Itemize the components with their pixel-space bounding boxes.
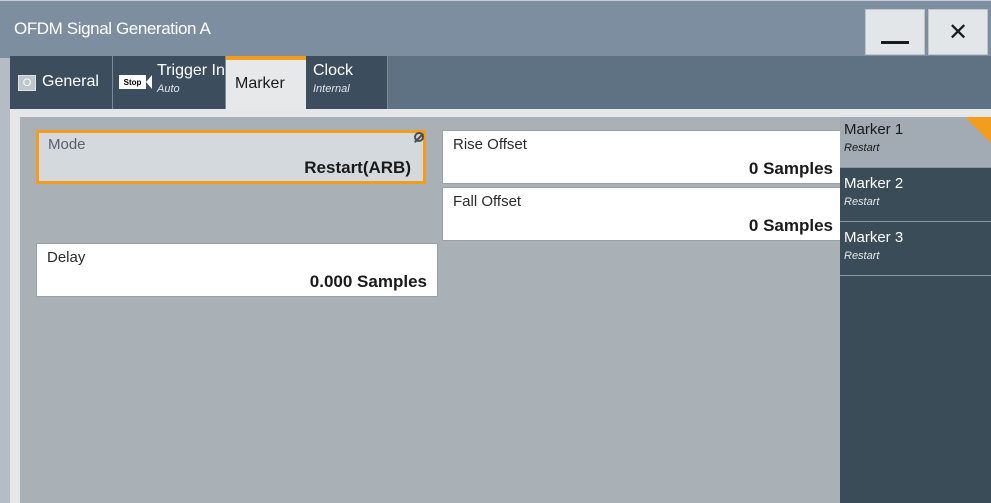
close-button[interactable]: ✕ — [928, 9, 988, 55]
mode-label: Mode — [48, 136, 86, 153]
content-area: Mode Restart(ARB) Rise Offset 0 Samples … — [10, 109, 991, 503]
marker-list: Marker 1 Restart Marker 2 Restart Marker… — [840, 117, 991, 503]
tab-general-label: General — [42, 73, 99, 90]
rise-offset-field[interactable]: Rise Offset 0 Samples — [442, 130, 844, 184]
tab-general[interactable]: O General — [10, 56, 113, 109]
rise-offset-value: 0 Samples — [748, 159, 833, 178]
ofdm-signal-generation-dialog: OFDM Signal Generation A ✕ O General Sto… — [0, 0, 991, 503]
stop-badge: Stop — [119, 75, 146, 89]
minimize-button[interactable] — [865, 9, 925, 55]
tab-clock-label: Clock — [313, 62, 354, 79]
delay-value: 0.000 Samples — [309, 272, 427, 291]
marker-3-item[interactable]: Marker 3 Restart — [840, 225, 991, 276]
on-off-checkbox[interactable]: O — [18, 75, 36, 91]
window-title: OFDM Signal Generation A — [14, 19, 211, 38]
delay-field[interactable]: Delay 0.000 Samples — [36, 243, 438, 297]
tab-bar: O General Stop Trigger In Auto Marker Cl… — [10, 56, 991, 109]
marker-3-mode: Restart — [844, 250, 880, 262]
tab-marker-label: Marker — [235, 75, 285, 92]
marker-2-mode: Restart — [844, 196, 880, 208]
marker-1-mode: Restart — [844, 142, 880, 154]
mode-value: Restart(ARB) — [304, 158, 411, 177]
tab-clock[interactable]: Clock Internal — [306, 56, 388, 109]
marker-1-item[interactable]: Marker 1 Restart — [840, 117, 991, 168]
delay-label: Delay — [47, 249, 86, 266]
rise-offset-label: Rise Offset — [453, 136, 527, 153]
marker-3-label: Marker 3 — [844, 229, 904, 246]
tab-clock-status: Internal — [313, 83, 350, 95]
marker-2-item[interactable]: Marker 2 Restart — [840, 171, 991, 222]
fall-offset-value: 0 Samples — [748, 216, 833, 235]
marker-2-label: Marker 2 — [844, 175, 904, 192]
title-bar[interactable]: OFDM Signal Generation A ✕ — [0, 0, 991, 58]
mode-field[interactable]: Mode Restart(ARB) — [36, 130, 426, 184]
selected-corner-icon — [965, 117, 991, 143]
close-icon: ✕ — [947, 18, 969, 46]
minimize-icon — [881, 40, 909, 44]
disabled-indicator-icon — [414, 132, 424, 142]
fall-offset-label: Fall Offset — [453, 193, 522, 210]
tab-marker[interactable]: Marker — [226, 56, 306, 109]
marker-1-label: Marker 1 — [844, 121, 904, 138]
tab-trigger-label: Trigger In — [157, 62, 225, 79]
tab-trigger-in[interactable]: Stop Trigger In Auto — [113, 56, 226, 109]
marker-settings-panel: Mode Restart(ARB) Rise Offset 0 Samples … — [20, 117, 844, 503]
fall-offset-field[interactable]: Fall Offset 0 Samples — [442, 187, 844, 241]
stop-arrow-icon — [146, 75, 152, 89]
tab-trigger-status: Auto — [157, 83, 180, 95]
